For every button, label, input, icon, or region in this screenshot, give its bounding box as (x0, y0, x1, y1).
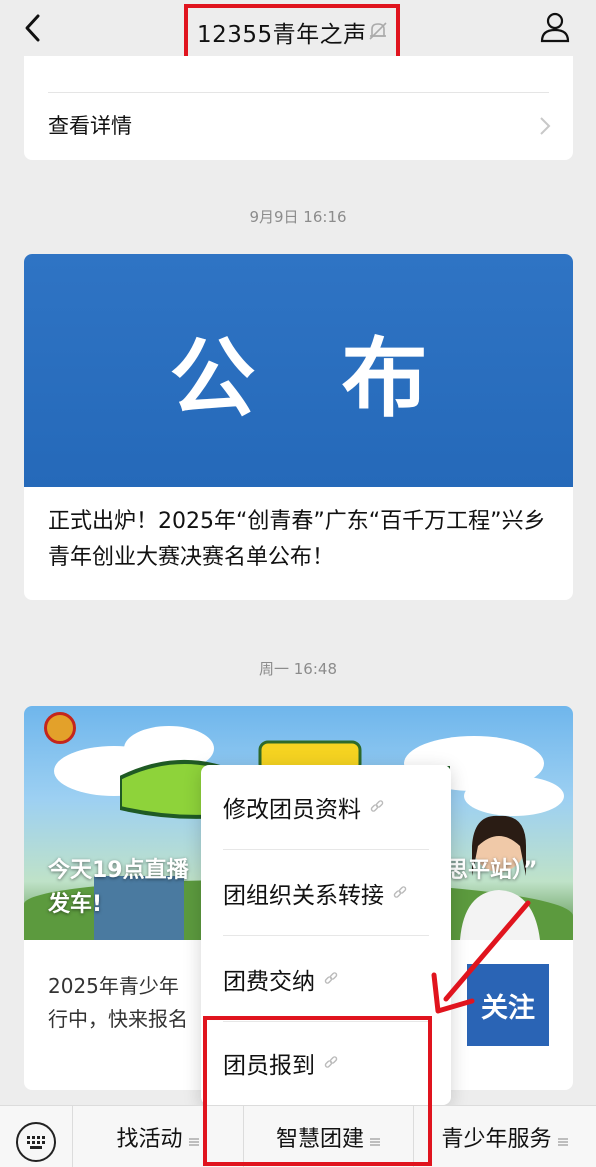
view-details-label: 查看详情 (48, 114, 132, 138)
highlight-box (203, 1016, 432, 1166)
article-card-announcement[interactable]: 公 布 正式出炉！2025年“创青春”广东“百千万工程”兴乡青年创业大赛决赛名单… (24, 254, 573, 600)
link-icon (392, 885, 408, 901)
divider (223, 935, 429, 936)
top-bar: 12355青年之声 (0, 0, 596, 60)
previous-message-card: 查看详情 (24, 56, 573, 160)
menu-item-label: 团组织关系转接 (223, 883, 384, 909)
article-cover-image: 公 布 (24, 254, 573, 487)
article-description-line2: 行中，快来报名 (48, 1007, 188, 1031)
link-icon (369, 799, 385, 815)
article-description-line1: 2025年青少年 (48, 974, 179, 998)
article-description: 2025年青少年 行中，快来报名 (48, 970, 188, 1036)
chevron-right-icon (539, 116, 551, 136)
page-title: 12355青年之声 (197, 22, 367, 48)
account-title-highlight: 12355青年之声 (184, 4, 400, 60)
menu-item-pay-dues[interactable]: 团费交纳 (201, 937, 451, 1021)
menu-item-label: 修改团员资料 (223, 797, 361, 823)
league-emblem-icon (44, 712, 76, 744)
cover-caption-end: 思平站）” (446, 858, 538, 883)
menu-tab-youth-services[interactable]: 青少年服务 (413, 1106, 596, 1167)
keyboard-icon[interactable] (16, 1122, 56, 1162)
menu-item-label: 团费交纳 (223, 969, 315, 995)
mute-bell-icon (368, 20, 388, 42)
divider (223, 849, 429, 850)
message-timestamp: 周一 16:48 (259, 660, 337, 678)
message-timestamp: 9月9日 16:16 (249, 208, 347, 226)
menu-tab-label: 青少年服务 (441, 1127, 552, 1152)
annotation-arrow (431, 900, 531, 1014)
back-arrow-icon[interactable] (18, 10, 48, 46)
link-icon (323, 971, 339, 987)
menu-item-edit-member-info[interactable]: 修改团员资料 (201, 765, 451, 849)
article-title: 正式出炉！2025年“创青春”广东“百千万工程”兴乡青年创业大赛决赛名单公布！ (48, 509, 546, 570)
hamburger-icon (557, 1132, 568, 1146)
menu-item-transfer-organization[interactable]: 团组织关系转接 (201, 851, 451, 935)
menu-tab-label: 找活动 (116, 1127, 183, 1152)
profile-icon[interactable] (538, 10, 572, 44)
cover-banner-text: 公 布 (169, 329, 456, 429)
hamburger-icon (188, 1132, 199, 1146)
